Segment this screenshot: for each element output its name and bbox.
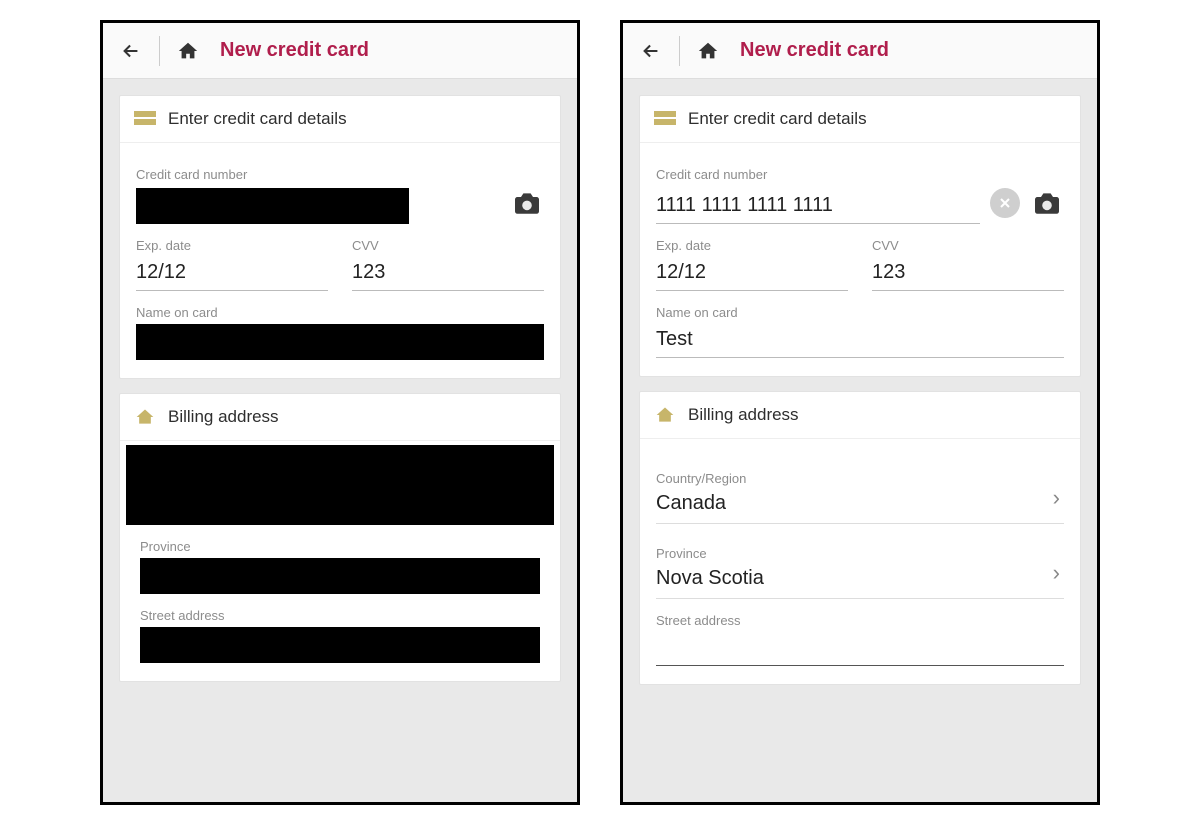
divider — [159, 36, 160, 66]
billing-block-redacted — [126, 445, 554, 525]
cc-number-label: Credit card number — [136, 167, 544, 182]
house-icon — [134, 406, 156, 428]
home-button[interactable] — [170, 33, 206, 69]
billing-section: Billing address Country/Region Canada › — [639, 391, 1081, 685]
divider — [679, 36, 680, 66]
credit-card-section: Enter credit card details Credit card nu… — [119, 95, 561, 379]
exp-label: Exp. date — [136, 238, 328, 253]
topbar: New credit card — [623, 23, 1097, 79]
exp-label: Exp. date — [656, 238, 848, 253]
house-icon — [654, 404, 676, 426]
credit-card-section: Enter credit card details Credit card nu… — [639, 95, 1081, 377]
billing-section: Billing address Province Street address — [119, 393, 561, 682]
street-redacted — [140, 627, 540, 663]
name-input[interactable] — [656, 324, 1064, 358]
exp-input[interactable] — [136, 257, 328, 291]
section-title: Enter credit card details — [168, 109, 347, 129]
street-input[interactable] — [656, 632, 1064, 666]
section-header: Enter credit card details — [120, 96, 560, 143]
camera-icon — [512, 191, 542, 215]
section-header: Billing address — [640, 392, 1080, 439]
home-icon — [697, 40, 719, 62]
section-header: Billing address — [120, 394, 560, 441]
arrow-left-icon — [120, 40, 142, 62]
chevron-right-icon: › — [1049, 485, 1064, 515]
scan-card-button[interactable] — [510, 186, 544, 220]
card-icon — [654, 108, 676, 130]
cvv-input[interactable] — [352, 257, 544, 291]
section-title: Billing address — [688, 405, 799, 425]
cvv-label: CVV — [352, 238, 544, 253]
chevron-right-icon: › — [1049, 560, 1064, 590]
section-title: Billing address — [168, 407, 279, 427]
page-title: New credit card — [220, 39, 369, 62]
country-label: Country/Region — [656, 471, 1049, 486]
content: Enter credit card details Credit card nu… — [103, 79, 577, 712]
cvv-input[interactable] — [872, 257, 1064, 291]
phone-right: New credit card Enter credit card detail… — [620, 20, 1100, 805]
name-label: Name on card — [136, 305, 544, 320]
content: Enter credit card details Credit card nu… — [623, 79, 1097, 715]
street-label: Street address — [140, 608, 540, 623]
section-title: Enter credit card details — [688, 109, 867, 129]
card-icon — [134, 108, 156, 130]
phone-left: New credit card Enter credit card detail… — [100, 20, 580, 805]
scan-card-button[interactable] — [1030, 186, 1064, 220]
country-select[interactable]: Country/Region Canada › — [656, 463, 1064, 524]
section-header: Enter credit card details — [640, 96, 1080, 143]
province-label: Province — [140, 539, 540, 554]
province-value: Nova Scotia — [656, 565, 1049, 590]
camera-icon — [1032, 191, 1062, 215]
province-select[interactable]: Province Nova Scotia › — [656, 538, 1064, 599]
cvv-label: CVV — [872, 238, 1064, 253]
exp-input[interactable] — [656, 257, 848, 291]
page-title: New credit card — [740, 39, 889, 62]
back-button[interactable] — [113, 33, 149, 69]
topbar: New credit card — [103, 23, 577, 79]
home-button[interactable] — [690, 33, 726, 69]
cc-number-label: Credit card number — [656, 167, 1064, 182]
country-value: Canada — [656, 490, 1049, 515]
home-icon — [177, 40, 199, 62]
arrow-left-icon — [640, 40, 662, 62]
name-redacted — [136, 324, 544, 360]
back-button[interactable] — [633, 33, 669, 69]
clear-cc-button[interactable] — [990, 188, 1020, 218]
street-label: Street address — [656, 613, 1064, 628]
x-icon — [999, 197, 1011, 209]
name-label: Name on card — [656, 305, 1064, 320]
cc-number-input[interactable] — [656, 190, 980, 224]
cc-number-redacted — [136, 188, 409, 224]
province-label: Province — [656, 546, 1049, 561]
province-redacted — [140, 558, 540, 594]
